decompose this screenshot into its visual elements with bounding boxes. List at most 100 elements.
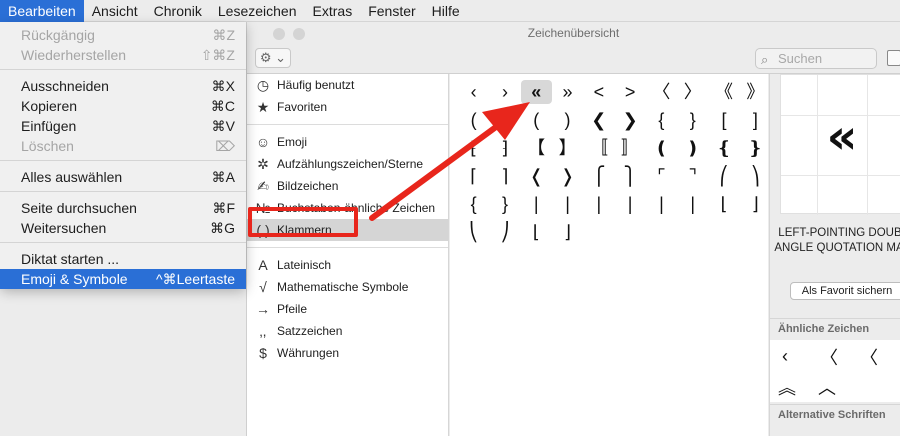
character-cell[interactable]: | bbox=[583, 192, 614, 216]
character-cell[interactable]: 【 bbox=[521, 136, 552, 160]
character-cell[interactable]: ⌈ bbox=[458, 164, 489, 188]
sidebar-category-11[interactable]: $ Währungen bbox=[247, 342, 448, 364]
character-cell[interactable]: » bbox=[552, 80, 583, 104]
character-cell[interactable]: ⌝ bbox=[677, 164, 708, 188]
character-cell[interactable]: ] bbox=[740, 108, 771, 132]
character-cell[interactable]: 》 bbox=[740, 80, 771, 104]
character-cell[interactable]: ❫ bbox=[677, 136, 708, 160]
character-cell[interactable]: ⁆ bbox=[489, 136, 520, 160]
sidebar-category-4[interactable]: ✍ Bildzeichen bbox=[247, 175, 448, 197]
viewer-toolbar: ⚙︎ ⌄ ⌕ Suchen bbox=[247, 46, 900, 74]
category-label: Satzzeichen bbox=[277, 324, 343, 338]
character-cell[interactable]: ⎫ bbox=[614, 164, 645, 188]
menu-item-2[interactable]: Ausschneiden ⌘X bbox=[0, 76, 246, 96]
character-name: LEFT-POINTING DOUBLE ANGLE QUOTATION MAR… bbox=[774, 227, 900, 254]
similar-character[interactable]: 〈 bbox=[860, 344, 878, 370]
menu-item-3[interactable]: Kopieren ⌘C bbox=[0, 96, 246, 116]
grid-view-icon[interactable] bbox=[887, 50, 900, 66]
character-cell[interactable]: | bbox=[552, 192, 583, 216]
character-cell[interactable]: | bbox=[646, 192, 677, 216]
character-cell[interactable]: ‹ bbox=[458, 80, 489, 104]
character-cell[interactable]: ❪ bbox=[646, 136, 677, 160]
menu-item-10[interactable]: Emoji & Symbole ^⌘Leertaste bbox=[0, 269, 246, 289]
menubar-item-hilfe[interactable]: Hilfe bbox=[424, 0, 468, 22]
similar-characters-heading: Ähnliche Zeichen bbox=[770, 318, 900, 338]
character-cell[interactable]: ⎝ bbox=[458, 220, 489, 244]
character-cell[interactable]: ⎛ bbox=[708, 164, 739, 188]
character-cell[interactable]: ⌋ bbox=[552, 220, 583, 244]
character-cell[interactable]: 〛 bbox=[614, 136, 645, 160]
character-cell[interactable]: ❴ bbox=[708, 136, 739, 160]
menubar-item-bearbeiten[interactable]: Bearbeiten bbox=[0, 0, 84, 22]
character-cell[interactable]: { bbox=[646, 108, 677, 132]
character-cell[interactable]: | bbox=[521, 192, 552, 216]
character-cell[interactable]: › bbox=[489, 80, 520, 104]
character-cell[interactable]: 〉 bbox=[677, 80, 708, 104]
character-cell[interactable]: ( bbox=[521, 108, 552, 132]
category-label: Häufig benutzt bbox=[277, 78, 355, 92]
character-cell[interactable]: | bbox=[677, 192, 708, 216]
menu-item-8[interactable]: Weitersuchen ⌘G bbox=[0, 218, 246, 238]
character-cell[interactable]: ⌊ bbox=[708, 192, 739, 216]
sidebar-category-2[interactable]: ☺ Emoji bbox=[247, 131, 448, 153]
character-cell[interactable]: 〈 bbox=[646, 80, 677, 104]
character-cell[interactable]: } bbox=[489, 192, 520, 216]
character-cell[interactable]: [ bbox=[708, 108, 739, 132]
character-row: ⁅ ⁆ 【】〚〛 ❪ ❫ ❴ ❵ bbox=[458, 136, 771, 160]
character-cell[interactable]: ⎞ bbox=[740, 164, 771, 188]
similar-character[interactable]: ︿ bbox=[818, 374, 836, 400]
character-cell[interactable]: > bbox=[614, 80, 645, 104]
menubar-item-fenster[interactable]: Fenster bbox=[360, 0, 423, 22]
sidebar-category-3[interactable]: ✲ Aufzählungszeichen/Sterne bbox=[247, 153, 448, 175]
character-cell[interactable]: 】 bbox=[552, 136, 583, 160]
character-cell[interactable]: ❭ bbox=[552, 164, 583, 188]
gear-menu-button[interactable]: ⚙︎ ⌄ bbox=[255, 48, 291, 68]
menu-item-7[interactable]: Seite durchsuchen ⌘F bbox=[0, 198, 246, 218]
sidebar-category-1[interactable]: ★ Favoriten bbox=[247, 96, 448, 118]
search-field[interactable]: ⌕ Suchen bbox=[755, 48, 877, 69]
menu-item-0: Rückgängig ⌘Z bbox=[0, 25, 246, 45]
character-cell[interactable]: ⌉ bbox=[489, 164, 520, 188]
character-cell[interactable]: | bbox=[614, 192, 645, 216]
character-cell[interactable]: ⌊ bbox=[521, 220, 552, 244]
character-cell[interactable]: ⁅ bbox=[458, 136, 489, 160]
menu-item-4[interactable]: Einfügen ⌘V bbox=[0, 116, 246, 136]
character-cell[interactable]: ❵ bbox=[740, 136, 771, 160]
character-cell[interactable]: 〚 bbox=[583, 136, 614, 160]
character-cell[interactable]: ⎧ bbox=[583, 164, 614, 188]
add-favorite-button[interactable]: Als Favorit sichern bbox=[790, 282, 900, 300]
similar-character[interactable]: ‹ bbox=[782, 346, 788, 367]
menu-separator bbox=[0, 160, 246, 161]
menu-item-shortcut: ⌘V bbox=[211, 118, 235, 134]
similar-character[interactable]: ︽ bbox=[778, 374, 796, 400]
character-cell[interactable]: ❯ bbox=[614, 108, 645, 132]
menubar-item-chronik[interactable]: Chronik bbox=[146, 0, 210, 22]
character-cell[interactable]: } bbox=[677, 108, 708, 132]
sidebar-category-7[interactable]: A Lateinisch bbox=[247, 254, 448, 276]
character-cell[interactable]: ❮ bbox=[583, 108, 614, 132]
menubar-item-lesezeichen[interactable]: Lesezeichen bbox=[210, 0, 305, 22]
character-cell[interactable]: ⌋ bbox=[740, 192, 771, 216]
character-cell[interactable]: ⌜ bbox=[646, 164, 677, 188]
sidebar-category-10[interactable]: ‚, Satzzeichen bbox=[247, 320, 448, 342]
menubar-item-ansicht[interactable]: Ansicht bbox=[84, 0, 146, 22]
menu-item-label: Einfügen bbox=[21, 118, 77, 134]
character-cell[interactable]: ) bbox=[552, 108, 583, 132]
character-cell[interactable]: ( bbox=[458, 108, 489, 132]
character-cell[interactable]: ⎠ bbox=[489, 220, 520, 244]
sidebar-category-9[interactable]: → Pfeile bbox=[247, 298, 448, 320]
sidebar-category-0[interactable]: ◷ Häufig benutzt bbox=[247, 74, 448, 96]
close-window-button[interactable] bbox=[273, 28, 285, 40]
character-cell[interactable]: < bbox=[583, 80, 614, 104]
character-cell[interactable]: { bbox=[458, 192, 489, 216]
menu-item-9[interactable]: Diktat starten ... bbox=[0, 249, 246, 269]
sidebar-category-8[interactable]: √ Mathematische Symbole bbox=[247, 276, 448, 298]
menu-item-6[interactable]: Alles auswählen ⌘A bbox=[0, 167, 246, 187]
minimize-window-button[interactable] bbox=[293, 28, 305, 40]
character-cell[interactable]: 《 bbox=[708, 80, 739, 104]
character-cell[interactable]: ❬ bbox=[521, 164, 552, 188]
character-cell[interactable]: ) bbox=[489, 108, 520, 132]
similar-character[interactable]: 〈 bbox=[820, 344, 838, 370]
menubar-item-extras[interactable]: Extras bbox=[305, 0, 361, 22]
character-cell[interactable]: « bbox=[520, 80, 552, 104]
